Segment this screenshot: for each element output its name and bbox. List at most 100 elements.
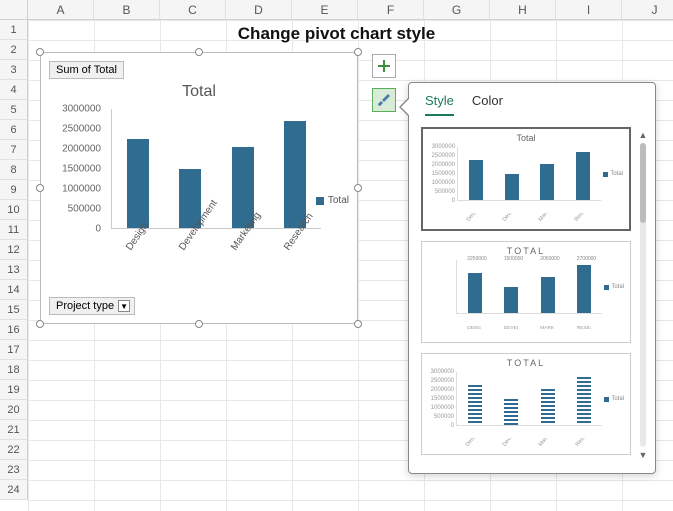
legend-swatch (316, 197, 324, 205)
row-header[interactable]: 6 (0, 120, 28, 140)
resize-handle[interactable] (195, 48, 203, 56)
column-header[interactable]: J (622, 0, 673, 19)
thumbnail-legend: Total (604, 284, 624, 290)
plus-icon (376, 58, 392, 74)
y-axis-tick: 0 (95, 224, 101, 235)
row-header[interactable]: 7 (0, 140, 28, 160)
tab-color[interactable]: Color (472, 93, 503, 116)
row-header[interactable]: 24 (0, 480, 28, 500)
column-header[interactable]: B (94, 0, 160, 19)
style-thumbnail[interactable]: TOTAL 05000001000000150000020000002500000… (421, 353, 631, 455)
y-axis-tick: 2500000 (62, 124, 101, 135)
thumbnail-x-labels: DESIGNDEVELOPMENTMARKETINGRESEARCH (456, 326, 602, 340)
column-header[interactable]: H (490, 0, 556, 19)
row-header[interactable]: 22 (0, 440, 28, 460)
thumbnail-y-axis: 0500000100000015000002000000250000030000… (426, 370, 456, 438)
chart-bar (127, 139, 149, 228)
thumbnail-title: TOTAL (426, 358, 626, 368)
row-header[interactable]: 23 (0, 460, 28, 480)
thumbnail-title: Total (427, 133, 625, 143)
x-axis-label: Design (124, 228, 178, 275)
chart-title: Total (41, 83, 357, 101)
tab-style[interactable]: Style (425, 93, 454, 116)
page-title: Change pivot chart style (0, 24, 673, 44)
y-axis-tick: 3000000 (62, 104, 101, 115)
row-headers: 123456789101112131415161718192021222324 (0, 20, 28, 511)
column-header[interactable]: A (28, 0, 94, 19)
column-header[interactable]: G (424, 0, 490, 19)
project-type-label: Project type (56, 300, 114, 312)
row-header[interactable]: 14 (0, 280, 28, 300)
column-header[interactable]: I (556, 0, 622, 19)
row-header[interactable]: 21 (0, 420, 28, 440)
thumbnail-plot: 0500000100000015000002000000250000030000… (426, 370, 626, 438)
row-header[interactable]: 4 (0, 80, 28, 100)
chart-legend: Total (316, 195, 349, 206)
column-header[interactable]: E (292, 0, 358, 19)
scroll-down-icon[interactable]: ▼ (637, 449, 649, 461)
y-axis-tick: 1000000 (62, 184, 101, 195)
thumbnail-data-labels: 2250000150000020500002700000 (456, 256, 602, 262)
thumbnail-plot: 0500000100000015000002000000250000030000… (427, 145, 625, 213)
row-header[interactable]: 3 (0, 60, 28, 80)
row-header[interactable]: 8 (0, 160, 28, 180)
style-thumbnails: Total 05000001000000150000020000002500000… (421, 127, 631, 463)
row-header[interactable]: 12 (0, 240, 28, 260)
scroll-up-icon[interactable]: ▲ (637, 129, 649, 141)
thumbnail-y-axis (426, 258, 456, 326)
y-axis-tick: 1500000 (62, 164, 101, 175)
popup-scrollbar[interactable]: ▲ ▼ (637, 129, 649, 461)
x-axis-labels: DesignDevelopmentMarketingResearch (111, 233, 321, 283)
paintbrush-icon (376, 92, 392, 108)
resize-handle[interactable] (354, 320, 362, 328)
row-header[interactable]: 15 (0, 300, 28, 320)
thumbnail-x-labels: DesignDevelopmentMarketingResearch (456, 438, 602, 452)
row-header[interactable]: 10 (0, 200, 28, 220)
thumbnail-x-labels: DesignDevelopmentMarketingResearch (457, 213, 601, 227)
dropdown-icon: ▼ (118, 300, 130, 312)
style-popup-tabs: Style Color (409, 83, 655, 116)
thumbnail-bars (456, 260, 602, 314)
scroll-thumb[interactable] (640, 143, 646, 223)
chart-styles-button[interactable] (372, 88, 396, 112)
row-header[interactable]: 13 (0, 260, 28, 280)
column-header[interactable]: F (358, 0, 424, 19)
resize-handle[interactable] (36, 48, 44, 56)
chart-bars (111, 109, 321, 229)
column-headers: ABCDEFGHIJ (28, 0, 673, 20)
row-header[interactable]: 11 (0, 220, 28, 240)
column-header[interactable]: D (226, 0, 292, 19)
column-header[interactable]: C (160, 0, 226, 19)
x-axis-label: Development (177, 228, 231, 275)
style-thumbnail[interactable]: TOTAL Total 2250000150000020500002700000 DE… (421, 241, 631, 343)
row-header[interactable]: 16 (0, 320, 28, 340)
y-axis-tick: 2000000 (62, 144, 101, 155)
chart-style-popup: Style Color Total 05000001000000150000020… (408, 82, 656, 474)
row-header[interactable]: 19 (0, 380, 28, 400)
sum-of-total-button[interactable]: Sum of Total (49, 61, 124, 79)
thumbnail-legend: Total (604, 396, 624, 402)
chart-elements-button[interactable] (372, 54, 396, 78)
resize-handle[interactable] (354, 48, 362, 56)
x-axis-label: Research (282, 228, 336, 275)
pivot-chart[interactable]: Sum of Total Total 0 500000 1000000 1500000… (40, 52, 358, 324)
chart-plot-area: 0500000100000015000002000000250000030000… (51, 109, 321, 259)
row-header[interactable]: 18 (0, 360, 28, 380)
row-header[interactable]: 5 (0, 100, 28, 120)
select-all-corner[interactable] (0, 0, 28, 20)
thumbnail-bars (457, 147, 601, 201)
row-header[interactable]: 17 (0, 340, 28, 360)
resize-handle[interactable] (195, 320, 203, 328)
thumbnail-title: TOTAL (426, 246, 626, 256)
row-header[interactable]: 9 (0, 180, 28, 200)
style-thumbnail[interactable]: Total 05000001000000150000020000002500000… (421, 127, 631, 231)
y-axis-tick: 500000 (68, 204, 101, 215)
y-axis: 0500000100000015000002000000250000030000… (51, 109, 105, 229)
resize-handle[interactable] (354, 184, 362, 192)
thumbnail-bars (456, 372, 602, 426)
row-header[interactable]: 20 (0, 400, 28, 420)
project-type-filter-button[interactable]: Project type ▼ (49, 297, 135, 315)
resize-handle[interactable] (36, 320, 44, 328)
thumbnail-y-axis: 0500000100000015000002000000250000030000… (427, 145, 457, 213)
resize-handle[interactable] (36, 184, 44, 192)
